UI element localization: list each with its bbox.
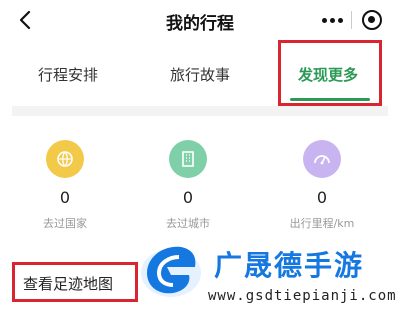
- stat-mileage: 0 出行里程/km: [272, 140, 372, 231]
- highlight-box-tab: [278, 40, 382, 106]
- capsule-divider: [351, 11, 352, 29]
- tab-itinerary[interactable]: 行程安排: [38, 64, 98, 85]
- stat-label: 出行里程/km: [289, 217, 355, 230]
- stat-value: 0: [59, 188, 71, 207]
- stat-value: 0: [316, 188, 328, 207]
- more-dots-icon[interactable]: [320, 10, 346, 30]
- watermark-logo: [133, 237, 209, 303]
- section-divider: [12, 106, 388, 116]
- watermark-url: www.gsdtiepianji.com: [208, 288, 397, 304]
- close-record-icon[interactable]: [362, 10, 382, 30]
- stat-countries: 0 去过国家: [15, 140, 115, 231]
- stat-label: 去过国家: [43, 217, 87, 230]
- stat-value: 0: [182, 188, 194, 207]
- watermark-title: 广晟德手游: [214, 249, 365, 282]
- globe-icon: [46, 140, 84, 178]
- tab-travel-stories[interactable]: 旅行故事: [170, 64, 230, 85]
- stat-cities: 0 去过城市: [138, 140, 238, 231]
- nav-bar: 我的行程: [0, 0, 400, 40]
- tab-bar: 行程安排 旅行故事 发现更多: [0, 40, 400, 106]
- stat-label: 去过城市: [166, 217, 210, 230]
- footprint-label: 查看足迹地图: [23, 275, 114, 293]
- view-footprint-map-button[interactable]: 查看足迹地图: [12, 262, 138, 302]
- speedometer-icon: [303, 140, 341, 178]
- mini-program-capsule: [314, 6, 388, 34]
- building-icon: [169, 140, 207, 178]
